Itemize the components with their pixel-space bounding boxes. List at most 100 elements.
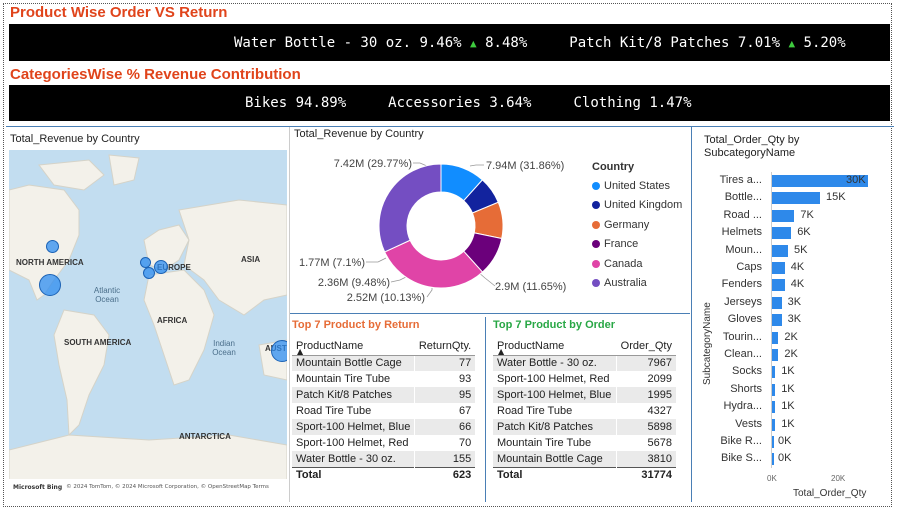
bar-8[interactable] [772,314,782,327]
sort-arrow-icon[interactable]: ▲ [297,347,303,356]
bar-category-label: Bike R... [720,435,762,447]
bar-category-label: Caps [736,261,762,273]
bar-category-label: Vests [735,417,762,430]
legend-label: Australia [604,277,647,290]
qty-cell: 155 [414,451,476,467]
legend-item-united-states[interactable]: United States [592,176,682,196]
bubble-germany[interactable] [154,260,168,274]
legend-item-united-kingdom[interactable]: United Kingdom [592,196,682,216]
bar-13[interactable] [772,401,776,414]
bar-category-label: Bottle... [724,191,762,204]
qty-cell: 5898 [615,419,676,435]
order-table[interactable]: ProductName Order_Qty Water Bottle - 30 … [493,337,676,483]
bar-11[interactable] [772,366,776,379]
legend-item-germany[interactable]: Germany [592,215,682,235]
bar-9[interactable] [772,331,779,344]
bar-10[interactable] [772,349,779,361]
bar-12[interactable] [772,383,776,396]
total-label: Total [493,466,617,483]
table-row[interactable]: Sport-100 Helmet, Blue 66 [292,419,476,435]
qty-cell: 95 [414,387,476,403]
sort-arrow-icon[interactable]: ▲ [498,347,504,356]
table-row[interactable]: Mountain Bottle Cage 77 [292,355,476,371]
divider [6,126,894,127]
col-productname[interactable]: ProductName [493,337,617,356]
qty-cell: 66 [414,419,476,435]
table-row[interactable]: Water Bottle - 30 oz. 155 [292,451,476,467]
legend-item-france[interactable]: France [592,235,682,255]
category-revenue-title: CategoriesWise % Revenue Contribution [10,66,301,83]
bar-16[interactable] [772,453,774,466]
bar-category-label: Helmets [721,226,762,239]
x-tick-label: 0K [767,473,777,483]
bar-1[interactable] [772,192,820,205]
bar-5[interactable] [772,262,785,274]
leader-line [413,162,428,167]
map-footer: Microsoft Bing © 2024 TomTom, © 2024 Mic… [9,479,287,495]
ticker-item-2: Patch Kit/8 Patches 7.01% ▲ 5.20% [569,34,846,51]
table-row[interactable]: Mountain Tire Tube 5678 [493,435,676,451]
product-name-cell: Mountain Bottle Cage [292,355,415,371]
bubble-australia[interactable] [271,340,287,362]
table-row[interactable]: Sport-100 Helmet, Red 2099 [493,371,676,387]
legend-item-canada[interactable]: Canada [592,254,682,274]
bubble-united-states[interactable] [39,274,61,296]
product-order-return-title: Product Wise Order VS Return [10,4,228,21]
total-label: Total [292,466,415,483]
y-axis-label: SubcategoryName [702,302,713,385]
bar-value-label: 1K [781,365,795,378]
donut-slice-australia[interactable] [378,163,442,253]
col-returnqty[interactable]: ReturnQty. [414,337,476,356]
bar-chart-title: Total_Order_Qty by SubcategoryName [704,134,800,159]
legend-dot-icon [592,279,600,288]
label-north-america: NORTH AMERICA [16,258,84,267]
table-row[interactable]: Water Bottle - 30 oz. 7967 [493,355,676,371]
bubble-france[interactable] [143,267,155,279]
return-table[interactable]: ProductName ReturnQty. Mountain Bottle C… [292,337,476,483]
bar-2[interactable] [772,209,795,222]
col-orderqty[interactable]: Order_Qty [616,337,676,356]
x-tick-label: 20K [831,473,846,483]
world-landmass [9,154,287,481]
bar-6[interactable] [772,279,785,292]
bar-value-label: 15K [826,191,846,204]
bar-value-label: 3K [787,295,802,308]
bar-14[interactable] [772,418,776,431]
product-name-cell: Patch Kit/8 Patches [493,419,617,435]
product-name-cell: Mountain Bottle Cage [493,451,617,467]
donut-data-label: 1.77M (7.1%) [299,257,365,269]
bar-value-label: 30K [846,174,866,186]
qty-cell: 5678 [615,435,676,451]
table-row[interactable]: Mountain Tire Tube 93 [292,371,476,387]
bubble-canada[interactable] [46,240,59,253]
donut-data-label: 7.94M (31.86%) [486,160,564,172]
bar-value-label: 1K [781,382,795,395]
bar-7[interactable] [772,296,782,309]
product-ticker[interactable]: Water Bottle - 30 oz. 9.46% ▲ 8.48% Patc… [9,24,890,61]
legend-dot-icon [592,201,600,210]
table-row[interactable]: Sport-100 Helmet, Blue 1995 [493,387,676,403]
table-row[interactable]: Patch Kit/8 Patches 95 [292,387,476,403]
table-row[interactable]: Mountain Bottle Cage 3810 [493,451,676,467]
revenue-map[interactable]: NORTH AMERICA EUROPE ASIA AFRICA SOUTH A… [9,150,287,495]
order-table-title: Top 7 Product by Order [493,319,616,331]
legend-label: United States [604,179,671,192]
legend-label: United Kingdom [604,199,683,212]
label-asia: ASIA [241,255,261,264]
up-arrow-icon: ▲ [788,36,796,50]
legend-dot-icon [592,240,600,249]
bar-3[interactable] [772,227,792,240]
category-ticker[interactable]: Bikes 94.89% Accessories 3.64% Clothing … [9,85,890,121]
ticker-accessories: Accessories 3.64% [388,95,532,111]
bar-value-label: 2K [784,330,798,343]
table-row[interactable]: Road Tire Tube 67 [292,403,476,419]
bar-15[interactable] [772,436,774,448]
legend-item-australia[interactable]: Australia [592,274,682,294]
table-row[interactable]: Patch Kit/8 Patches 5898 [493,419,676,435]
bar-4[interactable] [772,244,788,257]
col-productname[interactable]: ProductName [292,337,415,356]
table-row[interactable]: Road Tire Tube 4327 [493,403,676,419]
map-attribution[interactable]: © 2024 TomTom, © 2024 Microsoft Corporat… [66,484,269,490]
table-row[interactable]: Sport-100 Helmet, Red 70 [292,435,476,451]
order-qty-bar-chart[interactable]: Tires a... 30K Bottle... 15K Road ... 7K Helme… [696,172,886,483]
